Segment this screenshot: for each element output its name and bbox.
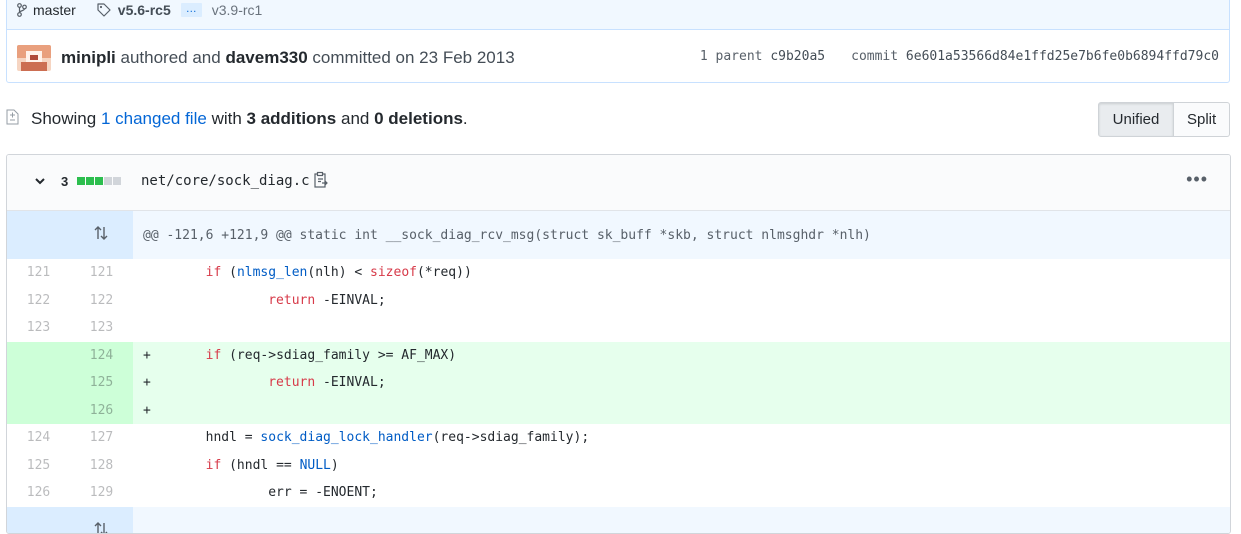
old-line-number[interactable]: 126 bbox=[7, 479, 70, 507]
old-line-number[interactable]: 122 bbox=[7, 287, 70, 315]
diff-line-added: 125 + return -EINVAL; bbox=[7, 369, 1230, 397]
diff-line-added: 124 + if (req->sdiag_family >= AF_MAX) bbox=[7, 342, 1230, 370]
parent-sha-link[interactable]: c9b20a5 bbox=[770, 49, 825, 64]
branch-name[interactable]: master bbox=[33, 2, 76, 18]
old-line-number[interactable] bbox=[7, 342, 70, 370]
code-line: hndl = sock_diag_lock_handler(req->sdiag… bbox=[133, 424, 1230, 452]
and-text: and bbox=[341, 109, 369, 128]
with-text: with bbox=[212, 109, 242, 128]
clipboard-icon[interactable] bbox=[313, 171, 329, 189]
avatar[interactable] bbox=[17, 45, 51, 71]
authored-text: authored and bbox=[121, 48, 221, 68]
branch-row: master v5.6-rc5 … v3.9-rc1 bbox=[17, 2, 262, 18]
changed-files-link[interactable]: 1 changed file bbox=[101, 109, 207, 128]
sha-area: 1 parent c9b20a5 commit 6e601a53566d84e1… bbox=[700, 49, 1219, 64]
hunk-footer-row bbox=[7, 507, 1230, 534]
deletions-count: 0 deletions bbox=[374, 109, 463, 128]
commit-branch-bar: master v5.6-rc5 … v3.9-rc1 bbox=[7, 0, 1229, 30]
commit-meta: minipli authored and davem330 committed … bbox=[17, 45, 515, 71]
tag-first[interactable]: v5.6-rc5 bbox=[118, 2, 171, 18]
new-line-number[interactable]: 124 bbox=[70, 342, 133, 370]
file-path-link[interactable]: net/core/sock_diag.c bbox=[141, 173, 310, 189]
old-line-number[interactable] bbox=[7, 397, 70, 425]
diff-line: 121 121 if (nlmsg_len(nlh) < sizeof(*req… bbox=[7, 259, 1230, 287]
file-diff-icon[interactable] bbox=[6, 109, 19, 125]
tag-last[interactable]: v3.9-rc1 bbox=[212, 2, 263, 18]
new-line-number[interactable]: 125 bbox=[70, 369, 133, 397]
new-line-number[interactable]: 123 bbox=[70, 314, 133, 342]
period-text: . bbox=[463, 109, 468, 128]
file-header: 3 net/core/sock_diag.c ••• bbox=[7, 155, 1230, 211]
old-line-number[interactable]: 121 bbox=[7, 259, 70, 287]
new-line-number[interactable]: 122 bbox=[70, 287, 133, 315]
new-line-number[interactable]: 128 bbox=[70, 452, 133, 480]
commit-info-box: master v5.6-rc5 … v3.9-rc1 minipli autho… bbox=[6, 0, 1230, 83]
diff-line-added: 126 + bbox=[7, 397, 1230, 425]
new-line-number[interactable]: 127 bbox=[70, 424, 133, 452]
committer-link[interactable]: davem330 bbox=[225, 48, 307, 68]
hunk-footer bbox=[133, 507, 1230, 534]
hunk-header: @@ -121,6 +121,9 @@ static int __sock_di… bbox=[133, 211, 1230, 259]
old-line-number[interactable] bbox=[7, 369, 70, 397]
unified-button[interactable]: Unified bbox=[1098, 102, 1174, 137]
commit-label: commit bbox=[851, 49, 898, 64]
old-line-number[interactable]: 124 bbox=[7, 424, 70, 452]
code-line: + return -EINVAL; bbox=[133, 369, 1230, 397]
author-link[interactable]: minipli bbox=[61, 48, 116, 68]
diff-table: @@ -121,6 +121,9 @@ static int __sock_di… bbox=[7, 211, 1230, 534]
split-button[interactable]: Split bbox=[1174, 102, 1230, 137]
code-line: return -EINVAL; bbox=[133, 287, 1230, 315]
hunk-header-row: @@ -121,6 +121,9 @@ static int __sock_di… bbox=[7, 211, 1230, 259]
more-options-icon[interactable]: ••• bbox=[1186, 169, 1208, 190]
tag-icon bbox=[96, 2, 112, 18]
diff-line: 126 129 err = -ENOENT; bbox=[7, 479, 1230, 507]
code-line: + bbox=[133, 397, 1230, 425]
committed-date: committed on 23 Feb 2013 bbox=[312, 48, 514, 68]
expand-down-icon[interactable] bbox=[7, 507, 133, 534]
diff-summary: Showing 1 changed file with 3 additions … bbox=[31, 109, 468, 129]
old-line-number[interactable]: 123 bbox=[7, 314, 70, 342]
code-line: err = -ENOENT; bbox=[133, 479, 1230, 507]
code-line: if (nlmsg_len(nlh) < sizeof(*req)) bbox=[133, 259, 1230, 287]
diff-line: 123 123 bbox=[7, 314, 1230, 342]
commit-sha: 6e601a53566d84e1ffd25e7b6fe0b6894ffd79c0 bbox=[906, 49, 1219, 64]
git-branch-icon bbox=[17, 3, 27, 17]
showing-text: Showing bbox=[31, 109, 96, 128]
new-line-number[interactable]: 129 bbox=[70, 479, 133, 507]
code-line bbox=[133, 314, 1230, 342]
new-line-number[interactable]: 126 bbox=[70, 397, 133, 425]
parent-label: 1 parent bbox=[700, 49, 763, 64]
new-line-number[interactable]: 121 bbox=[70, 259, 133, 287]
additions-count: 3 additions bbox=[247, 109, 337, 128]
code-line: + if (req->sdiag_family >= AF_MAX) bbox=[133, 342, 1230, 370]
file-diff: 3 net/core/sock_diag.c ••• @@ -121,6 +12… bbox=[6, 154, 1231, 534]
chevron-down-icon[interactable] bbox=[33, 174, 47, 188]
expand-icon[interactable] bbox=[7, 211, 133, 259]
code-line: if (hndl == NULL) bbox=[133, 452, 1230, 480]
change-count: 3 bbox=[61, 174, 68, 189]
diff-line: 125 128 if (hndl == NULL) bbox=[7, 452, 1230, 480]
diffstat-blocks bbox=[77, 177, 121, 185]
diff-line: 122 122 return -EINVAL; bbox=[7, 287, 1230, 315]
expand-tags-button[interactable]: … bbox=[181, 3, 202, 17]
diff-view-toggle: Unified Split bbox=[1098, 102, 1230, 137]
diff-line: 124 127 hndl = sock_diag_lock_handler(re… bbox=[7, 424, 1230, 452]
old-line-number[interactable]: 125 bbox=[7, 452, 70, 480]
